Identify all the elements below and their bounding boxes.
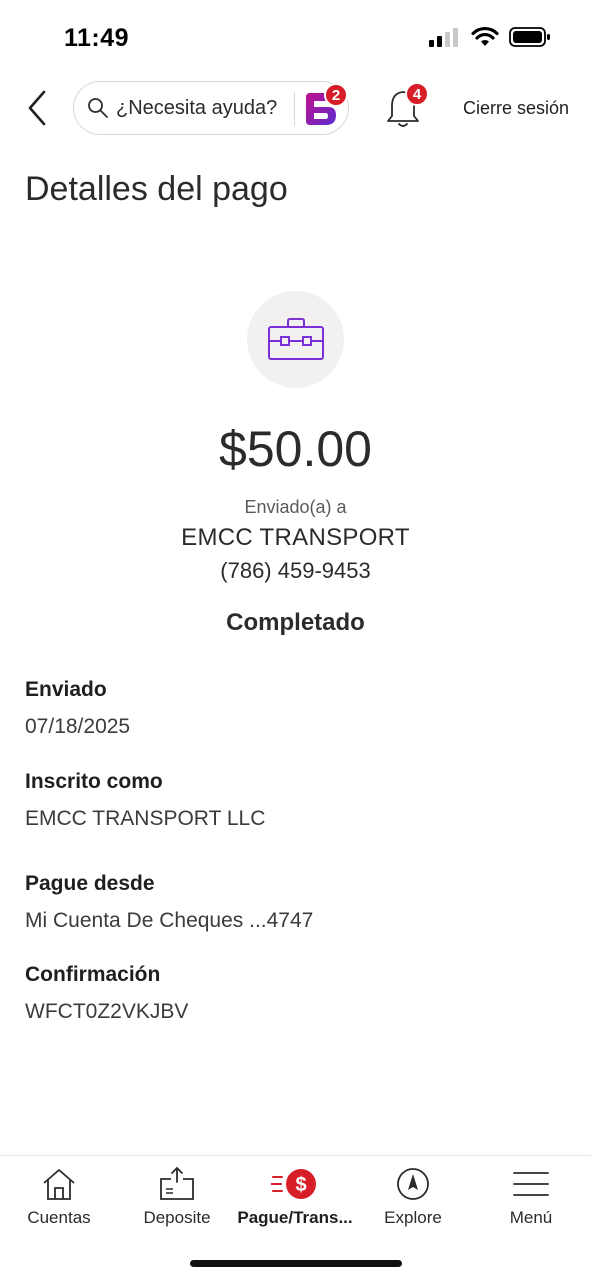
signout-link[interactable]: Cierre sesión: [463, 98, 569, 119]
help-search-placeholder: ¿Necesita ayuda?: [116, 96, 278, 119]
payee-avatar: [247, 291, 344, 388]
detail-label: Inscrito como: [25, 770, 163, 793]
page-title: Detalles del pago: [25, 170, 288, 208]
tab-label: Deposite: [143, 1208, 211, 1227]
detail-value: 07/18/2025: [25, 715, 131, 738]
fargo-assistant-button[interactable]: 2: [302, 83, 348, 129]
payment-status: Completado: [226, 609, 365, 636]
tab-pay-transfer[interactable]: $ Pague/Trans...: [236, 1156, 354, 1246]
wifi-icon: [471, 26, 499, 46]
status-icons: [429, 26, 551, 48]
tab-label: Pague/Trans...: [237, 1208, 353, 1227]
hamburger-menu-icon: [513, 1172, 549, 1196]
svg-text:$: $: [295, 1174, 306, 1196]
detail-pay-from: Pague desde Mi Cuenta De Cheques ...4747: [25, 872, 313, 933]
detail-sent-date: Enviado 07/18/2025: [25, 678, 130, 739]
home-indicator[interactable]: [190, 1260, 402, 1267]
detail-value: Mi Cuenta De Cheques ...4747: [25, 909, 314, 932]
compass-icon: [397, 1168, 429, 1200]
notifications-button[interactable]: 4: [383, 82, 429, 130]
payment-amount: $50.00: [219, 421, 372, 477]
deposit-icon: [160, 1166, 194, 1200]
briefcase-icon: [267, 317, 324, 360]
chevron-left-icon: [28, 90, 46, 126]
pay-transfer-icon: $: [271, 1169, 316, 1199]
detail-label: Pague desde: [25, 872, 155, 895]
detail-label: Confirmación: [25, 963, 161, 986]
assistant-badge: 2: [324, 83, 348, 107]
status-bar: 11:49: [0, 0, 591, 70]
top-nav: ¿Necesita ayuda? 2 4 Cierre sesión: [0, 78, 591, 140]
tab-menu[interactable]: Menú: [472, 1156, 590, 1246]
sent-to-label: Enviado(a) a: [244, 497, 347, 517]
battery-icon: [509, 27, 550, 47]
detail-value: EMCC TRANSPORT LLC: [25, 807, 266, 830]
tab-explore[interactable]: Explore: [354, 1156, 472, 1246]
notifications-badge: 4: [405, 82, 429, 106]
back-button[interactable]: [22, 88, 52, 128]
payee-name: EMCC TRANSPORT: [181, 524, 410, 551]
detail-label: Enviado: [25, 678, 107, 701]
detail-value: WFCT0Z2VKJBV: [25, 1000, 189, 1023]
detail-confirmation: Confirmación WFCT0Z2VKJBV: [25, 963, 188, 1024]
home-icon: [43, 1169, 75, 1200]
payee-phone: (786) 459-9453: [220, 558, 371, 583]
tab-accounts[interactable]: Cuentas: [0, 1156, 118, 1246]
detail-enrolled-as: Inscrito como EMCC TRANSPORT LLC: [25, 770, 265, 831]
tab-label: Explore: [384, 1208, 442, 1227]
search-icon: [88, 98, 108, 118]
tab-label: Menú: [509, 1208, 553, 1227]
cellular-signal-icon: [429, 28, 458, 47]
status-time: 11:49: [64, 24, 130, 52]
help-search-field[interactable]: ¿Necesita ayuda? 2: [73, 81, 349, 135]
pill-divider: [294, 92, 295, 126]
tab-deposit[interactable]: Deposite: [118, 1156, 236, 1246]
tab-label: Cuentas: [27, 1208, 91, 1227]
